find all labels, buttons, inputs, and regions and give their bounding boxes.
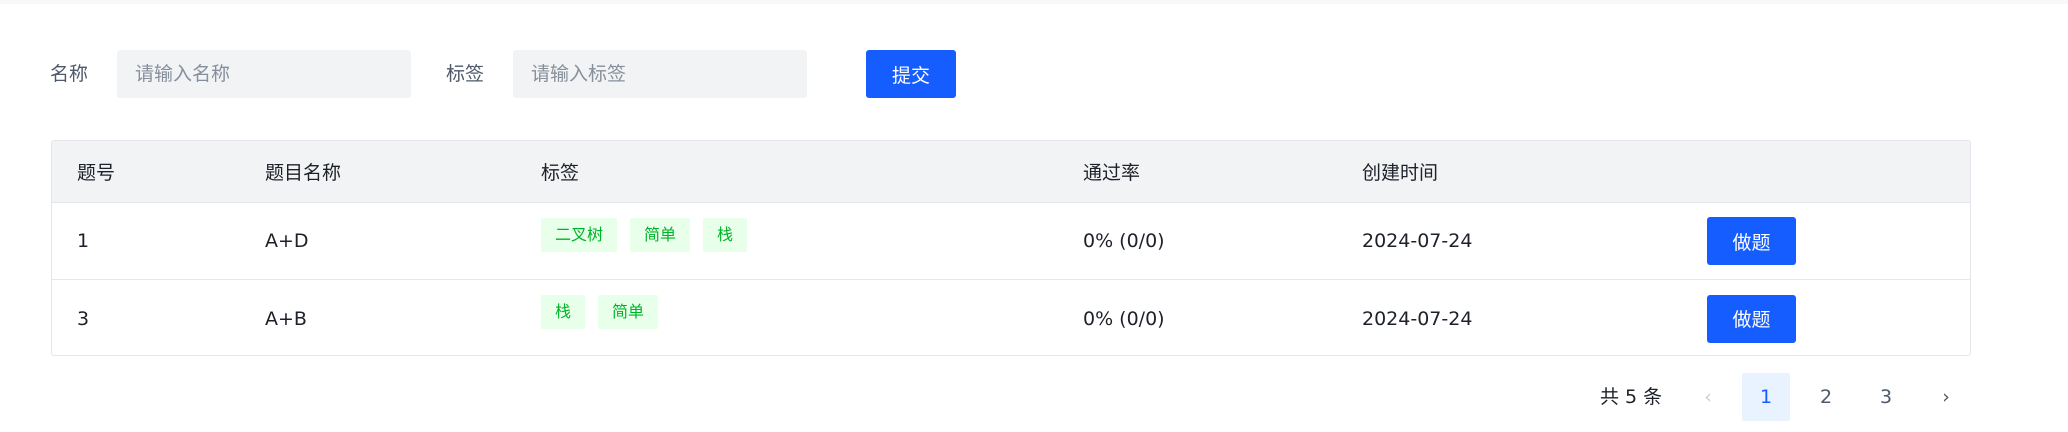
tag: 栈: [703, 218, 748, 252]
cell-created: 2024-07-24: [1362, 307, 1473, 330]
cell-pass-rate: 0% (0/0): [1083, 230, 1165, 252]
solve-button[interactable]: 做题: [1707, 217, 1796, 265]
page-2[interactable]: 2: [1802, 373, 1850, 421]
cell-created: 2024-07-24: [1362, 230, 1473, 252]
submit-button[interactable]: 提交: [866, 50, 956, 98]
cell-tags: 栈 简单: [541, 280, 659, 355]
cell-pass-rate: 0% (0/0): [1083, 307, 1165, 330]
cell-id: 1: [77, 230, 90, 252]
chevron-right-icon[interactable]: ›: [1930, 373, 1962, 421]
problem-table: 题号 题目名称 标签 通过率 创建时间 1 A+D 二叉树 简单 栈 0% (0…: [51, 140, 1971, 356]
header-id: 题号: [77, 162, 116, 184]
name-input[interactable]: [117, 50, 411, 98]
page-1[interactable]: 1: [1742, 373, 1790, 421]
tag: 简单: [630, 218, 691, 252]
header-name: 题目名称: [265, 162, 342, 184]
cell-id: 3: [77, 307, 90, 330]
table-header: 题号 题目名称 标签 通过率 创建时间: [52, 141, 1970, 203]
chevron-left-icon[interactable]: ‹: [1692, 373, 1724, 421]
table-row: 1 A+D 二叉树 简单 栈 0% (0/0) 2024-07-24 做题: [52, 203, 1970, 280]
top-divider: [0, 0, 2068, 4]
header-created: 创建时间: [1362, 162, 1439, 184]
cell-tags: 二叉树 简单 栈: [541, 203, 748, 279]
tag-label: 标签: [446, 63, 485, 85]
cell-name: A+D: [265, 230, 309, 252]
cell-name: A+B: [265, 307, 307, 330]
name-label: 名称: [50, 63, 89, 85]
header-tags: 标签: [541, 162, 580, 184]
pagination-total: 共 5 条: [1600, 386, 1663, 408]
tag: 二叉树: [541, 218, 618, 252]
tag: 简单: [598, 295, 659, 329]
tag: 栈: [541, 295, 586, 329]
page-3[interactable]: 3: [1862, 373, 1910, 421]
table-row: 3 A+B 栈 简单 0% (0/0) 2024-07-24 做题: [52, 280, 1970, 355]
tag-input[interactable]: [513, 50, 807, 98]
header-pass-rate: 通过率: [1083, 162, 1141, 184]
solve-button[interactable]: 做题: [1707, 294, 1796, 343]
